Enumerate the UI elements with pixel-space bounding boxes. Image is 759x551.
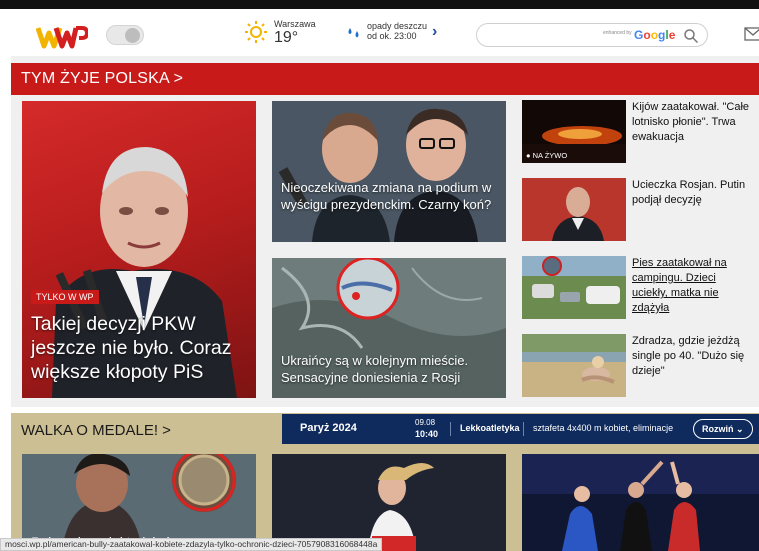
camping-photo (522, 256, 626, 319)
section-header[interactable]: TYM ŻYJE POLSKA > (11, 63, 759, 95)
story-tile[interactable]: Nieoczekiwana zmiana na podium w wyścigu… (272, 101, 506, 242)
story-headline[interactable]: Ukraińcy są w kolejnym mieście. Sensacyj… (281, 352, 499, 386)
search-box[interactable]: enhanced by Google (476, 23, 708, 47)
toggle-knob (125, 28, 140, 43)
browser-strip (0, 0, 759, 9)
live-badge: ● NA ŻYWO (526, 151, 568, 160)
story-tile[interactable] (272, 454, 506, 551)
search-icon[interactable] (683, 28, 699, 44)
weather-city[interactable]: Warszawa (274, 19, 316, 29)
list-item[interactable]: Ucieczka Rosjan. Putin podjął decyzję (522, 178, 759, 242)
runner-photo (272, 454, 506, 551)
polska-section: TYM ŻYJE POLSKA > TYLKO W WP Takiej decy… (11, 56, 759, 407)
medals-section: WALKA O MEDALE! > Paryż 2024 09.08 10:40… (11, 413, 759, 551)
main-story-headline[interactable]: Takiej decyzji PKW jeszcze nie było. Cor… (31, 312, 251, 384)
story-headline[interactable]: Zdradza, gdzie jeżdżą single po 40. "Duż… (632, 334, 754, 379)
olympics-event[interactable]: Paryż 2024 (300, 422, 357, 434)
olympics-ticker[interactable]: Paryż 2024 09.08 10:40 Lekkoatletyka szt… (282, 414, 759, 444)
enhanced-by-label: enhanced by (603, 30, 632, 36)
story-headline[interactable]: Pies zaatakował na campingu. Dzieci ucie… (632, 256, 754, 316)
list-item[interactable]: ● NA ŻYWO Kijów zaatakował. "Całe lotnis… (522, 100, 759, 164)
wrestling-photo (522, 454, 759, 551)
expand-button[interactable]: Rozwiń ⌄ (693, 419, 753, 439)
ticker-competition: sztafeta 4x400 m kobiet, eliminacje (533, 423, 674, 433)
ticker-sport: Lekkoatletyka (460, 423, 520, 433)
weather-next-icon[interactable]: › (432, 23, 437, 41)
story-tile[interactable]: Pokazał medal tydzień po (22, 454, 256, 551)
main-story-tile[interactable]: TYLKO W WP Takiej decyzji PKW jeszcze ni… (22, 101, 256, 398)
status-bar-url: mosci.wp.pl/american-bully-zaatakowal-ko… (0, 538, 383, 551)
story-headline[interactable]: Ucieczka Rosjan. Putin podjął decyzję (632, 178, 754, 208)
story-tile[interactable]: Ukraińcy są w kolejnym mieście. Sensacyj… (272, 258, 506, 398)
precip-text-2: od ok. 23:00 (367, 31, 417, 41)
weather-widget[interactable]: Warszawa 19° opady deszczu od ok. 23:00 … (240, 17, 450, 49)
divider (523, 422, 524, 436)
section-title[interactable]: TYM ŻYJE POLSKA > (21, 70, 183, 88)
mail-icon[interactable] (744, 27, 759, 41)
story-tile[interactable] (522, 454, 759, 551)
story-thumbnail[interactable]: ● NA ŻYWO (522, 100, 626, 163)
story-headline[interactable]: Kijów zaatakował. "Całe lotnisko płonie"… (632, 100, 754, 145)
story-headline[interactable]: Nieoczekiwana zmiana na podium w wyścigu… (281, 179, 499, 213)
search-input[interactable] (487, 26, 597, 44)
putin-photo (522, 178, 626, 241)
candidates-photo (272, 101, 506, 242)
list-item[interactable]: Pies zaatakował na campingu. Dzieci ucie… (522, 256, 759, 320)
exclusive-badge: TYLKO W WP (31, 290, 99, 304)
rain-drops-icon (348, 28, 359, 38)
theme-toggle[interactable] (106, 25, 144, 45)
story-thumbnail[interactable] (522, 256, 626, 319)
google-logo: Google (634, 28, 676, 42)
ticker-date: 09.08 (415, 418, 436, 427)
beach-photo (522, 334, 626, 397)
section-title[interactable]: WALKA O MEDALE! > (21, 422, 171, 439)
weather-temperature: 19° (274, 29, 299, 46)
wp-logo[interactable] (36, 22, 88, 50)
ticker-time: 10:40 (415, 429, 439, 439)
sun-icon (245, 21, 267, 43)
story-thumbnail[interactable] (522, 178, 626, 241)
story-thumbnail[interactable] (522, 334, 626, 397)
precip-text-1: opady deszczu (367, 21, 428, 31)
divider (450, 422, 451, 436)
top-bar: Warszawa 19° opady deszczu od ok. 23:00 … (0, 0, 759, 56)
list-item[interactable]: Zdradza, gdzie jeżdżą single po 40. "Duż… (522, 334, 759, 398)
